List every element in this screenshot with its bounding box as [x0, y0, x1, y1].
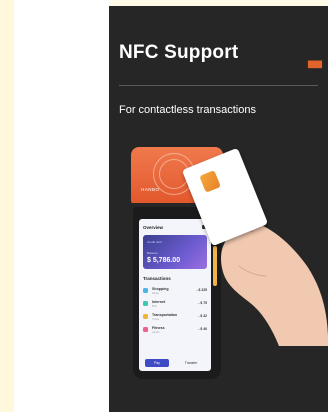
transaction-row[interactable]: Transportation Travel - $ 32	[143, 313, 207, 323]
overview-title: Overview	[143, 225, 164, 230]
transaction-row[interactable]: Shopping Retail - $ 225	[143, 287, 207, 297]
transaction-amount: - $ 225	[196, 288, 207, 292]
transfer-button[interactable]: Transfer	[179, 359, 203, 367]
card-chip-icon	[199, 170, 221, 193]
internet-icon	[143, 301, 148, 306]
poster-subtitle: For contactless transactions	[119, 104, 256, 116]
blank-panel	[14, 0, 109, 412]
device-screen: Overview Credit card Balance $ 5,786.00 …	[139, 219, 211, 371]
transaction-name: Shopping	[152, 287, 169, 291]
left-margin	[0, 0, 14, 412]
balance-value: $ 5,786.00	[147, 257, 181, 264]
accent-marks: ▮▮▮▮	[307, 59, 323, 70]
transaction-amount: - $ 40	[198, 327, 207, 331]
transaction-row[interactable]: Internet Bills - $ 75	[143, 300, 207, 310]
balance-label: Balance	[147, 251, 158, 255]
poster-title: NFC Support	[119, 42, 239, 63]
fitness-icon	[143, 327, 148, 332]
transaction-category: Health	[152, 330, 160, 334]
transportation-icon	[143, 314, 148, 319]
transaction-row[interactable]: Fitness Health - $ 40	[143, 326, 207, 336]
device-brand: HANBO	[141, 187, 160, 192]
nfc-promo-poster: NFC Support ▮▮▮▮ For contactless transac…	[109, 6, 328, 412]
transaction-amount: - $ 75	[198, 301, 207, 305]
transaction-category: Travel	[152, 317, 160, 321]
transaction-category: Bills	[152, 304, 157, 308]
transaction-amount: - $ 32	[198, 314, 207, 318]
transaction-name: Transportation	[152, 313, 178, 317]
pay-button[interactable]: Pay	[145, 359, 169, 367]
transaction-category: Retail	[152, 291, 159, 295]
transaction-name: Internet	[152, 300, 166, 304]
shopping-icon	[143, 288, 148, 293]
card-label: Credit card	[147, 240, 162, 244]
balance-card: Credit card Balance $ 5,786.00	[143, 235, 207, 269]
transaction-name: Fitness	[152, 326, 165, 330]
title-divider	[119, 85, 318, 86]
transactions-title: Transactions	[143, 276, 171, 281]
